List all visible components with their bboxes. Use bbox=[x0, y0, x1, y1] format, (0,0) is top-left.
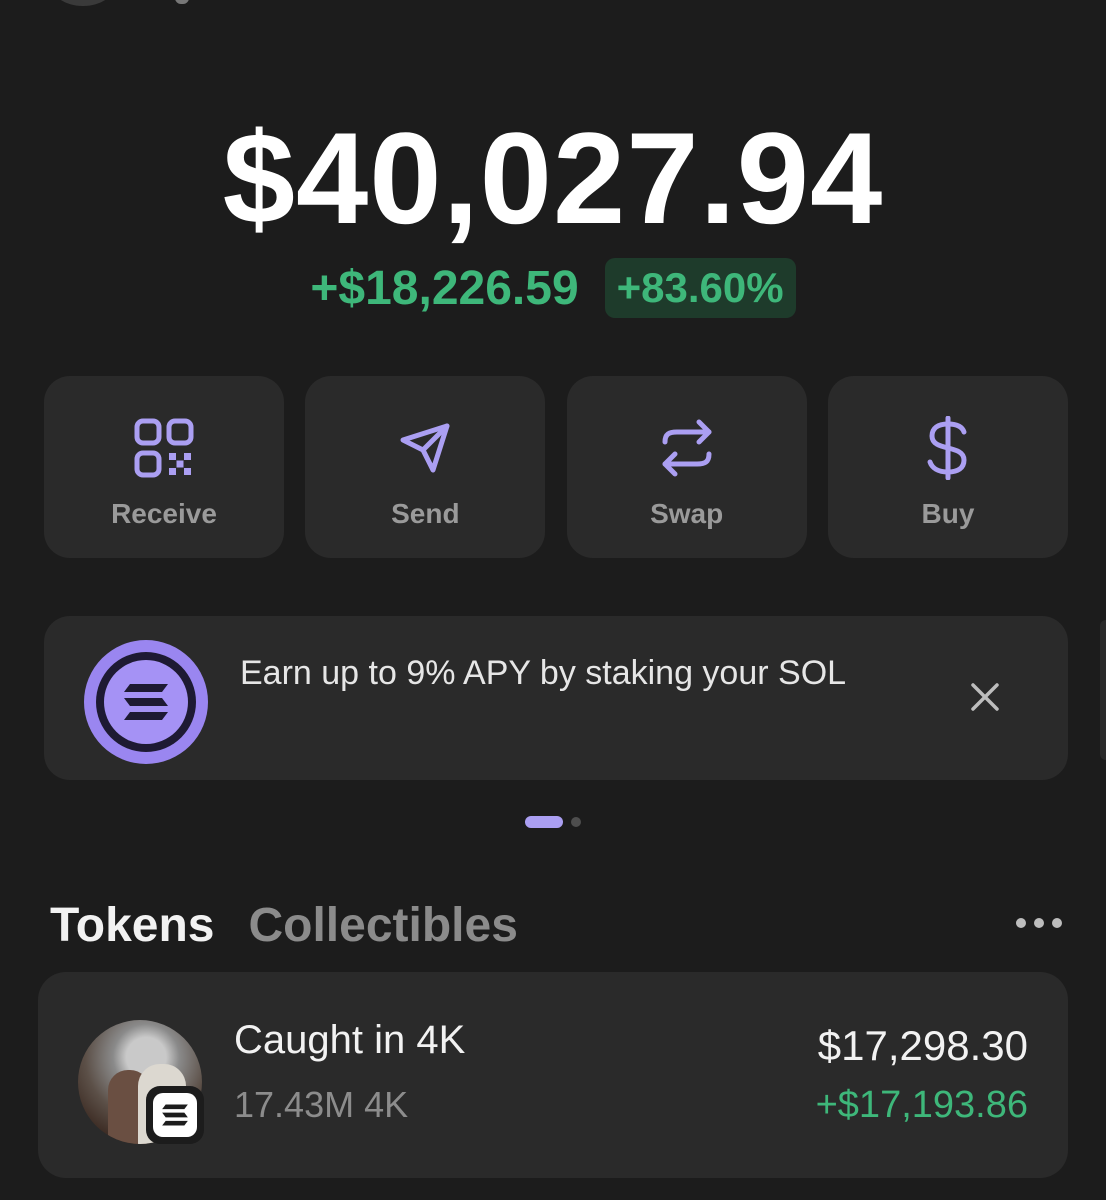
buy-label: Buy bbox=[921, 498, 975, 529]
token-name: Caught in 4K bbox=[234, 1018, 466, 1062]
dollar-icon bbox=[916, 416, 980, 480]
send-icon bbox=[393, 416, 457, 480]
staking-promo-banner[interactable]: Earn up to 9% APY by staking your SOL bbox=[44, 616, 1068, 780]
account-name-fragment bbox=[175, 0, 189, 4]
qr-code-icon bbox=[132, 416, 196, 480]
close-icon[interactable] bbox=[968, 680, 1002, 714]
swap-label: Swap bbox=[650, 498, 724, 529]
send-button[interactable]: Send bbox=[305, 376, 546, 558]
change-percent-badge: +83.60% bbox=[604, 258, 796, 318]
action-buttons: Receive Send Swap Buy bbox=[44, 376, 1068, 558]
swap-icon bbox=[655, 416, 719, 480]
token-change: +$17,193.86 bbox=[815, 1084, 1028, 1126]
more-options-icon[interactable] bbox=[1016, 918, 1062, 928]
token-row[interactable]: Caught in 4K 17.43M 4K $17,298.30 +$17,1… bbox=[38, 972, 1068, 1178]
solana-logo-icon bbox=[84, 640, 208, 764]
pager-dot-active[interactable] bbox=[525, 816, 563, 828]
portfolio-balance: $40,027.94 bbox=[222, 105, 884, 251]
tab-tokens[interactable]: Tokens bbox=[50, 898, 214, 953]
receive-button[interactable]: Receive bbox=[44, 376, 284, 558]
buy-button[interactable]: Buy bbox=[827, 376, 1068, 558]
send-label: Send bbox=[391, 498, 460, 529]
banner-text: Earn up to 9% APY by staking your SOL bbox=[240, 654, 847, 692]
receive-label: Receive bbox=[111, 498, 217, 529]
asset-tabs: Tokens Collectibles bbox=[50, 898, 518, 953]
portfolio-change: +$18,226.59 +83.60% bbox=[0, 258, 1106, 318]
next-banner-peek[interactable] bbox=[1100, 620, 1106, 760]
pager-dot[interactable] bbox=[571, 817, 581, 827]
tab-collectibles[interactable]: Collectibles bbox=[248, 898, 517, 953]
token-value: $17,298.30 bbox=[817, 1022, 1028, 1069]
banner-pager bbox=[0, 816, 1106, 828]
account-avatar[interactable] bbox=[50, 0, 116, 6]
token-amount: 17.43M 4K bbox=[234, 1084, 409, 1125]
swap-button[interactable]: Swap bbox=[566, 376, 807, 558]
change-amount: +$18,226.59 bbox=[310, 261, 579, 315]
solana-chain-badge-icon bbox=[146, 1086, 204, 1144]
